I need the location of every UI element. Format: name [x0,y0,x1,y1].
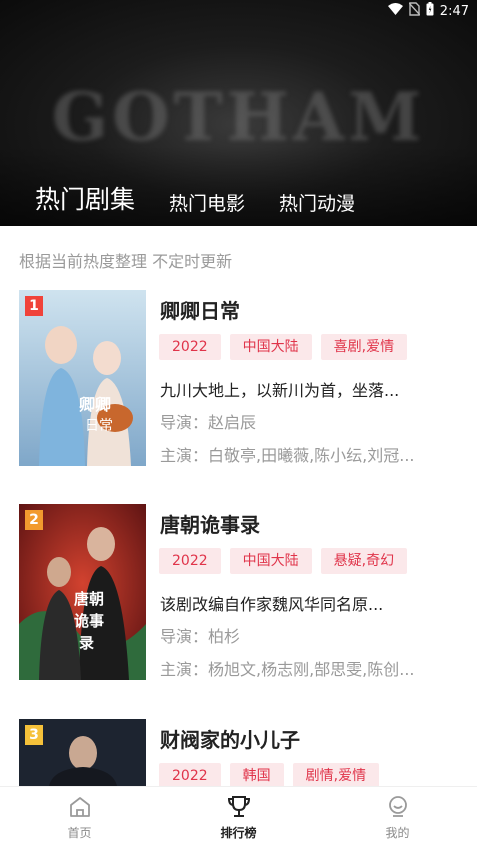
tag-group: 2022 中国大陆 悬疑,奇幻 [159,548,408,574]
poster-image[interactable]: 卿卿 日常 1 [19,290,146,466]
tag-genre: 悬疑,奇幻 [320,548,408,574]
rank-badge: 2 [25,510,43,530]
nav-profile[interactable]: 我的 [318,787,477,848]
wifi-icon [387,3,403,19]
item-director: 导演：赵启辰 [160,413,257,432]
list-item[interactable]: 3 财阀家的小儿子 2022 韩国 剧情,爱情 [0,719,477,789]
item-description: 九川大地上，以新川为首，坐落... [160,381,400,400]
svg-text:录: 录 [79,634,94,652]
category-tabs: 热门剧集 热门电影 热门动漫 [0,180,477,226]
nav-profile-label: 我的 [385,826,410,840]
item-title[interactable]: 卿卿日常 [160,295,240,324]
poster-image[interactable]: 3 [19,719,146,786]
item-title[interactable]: 财阀家的小儿子 [160,724,300,753]
poster-art: 卿卿 日常 [19,290,146,466]
nav-ranking-label: 排行榜 [220,826,257,840]
tag-region: 中国大陆 [229,548,312,574]
home-icon [68,795,92,819]
tag-year: 2022 [159,334,221,360]
tag-group: 2022 中国大陆 喜剧,爱情 [159,334,408,360]
svg-text:卿卿: 卿卿 [79,395,111,414]
list-item[interactable]: 卿卿 日常 1 卿卿日常 2022 中国大陆 喜剧,爱情 九川大地上，以新川为首… [0,290,477,466]
banner-background-text: GOTHAM [51,78,426,156]
nav-ranking[interactable]: 排行榜 [159,787,318,848]
svg-text:诡事: 诡事 [74,612,104,630]
status-time: 2:47 [439,3,469,19]
nav-home-label: 首页 [67,826,92,840]
tag-genre: 喜剧,爱情 [320,334,408,360]
svg-text:唐朝: 唐朝 [74,590,104,608]
bottom-navigation: 首页 排行榜 我的 [0,786,477,848]
item-cast: 主演：杨旭文,杨志刚,郜思雯,陈创... [160,660,415,679]
list-subtitle: 根据当前热度整理 不定时更新 [19,252,233,271]
item-director: 导演：柏杉 [160,627,241,646]
tab-hot-movies[interactable]: 热门电影 [169,189,245,226]
trophy-icon [226,795,252,819]
battery-icon [426,2,434,20]
item-description: 该剧改编自作家魏风华同名原... [160,595,384,614]
tab-hot-anime[interactable]: 热门动漫 [279,189,355,226]
profile-icon [386,795,410,819]
item-cast: 主演：白敬亭,田曦薇,陈小纭,刘冠... [160,446,415,465]
hero-banner: GOTHAM 2:47 热门剧集 热门电影 热门动漫 [0,0,477,226]
poster-image[interactable]: 唐朝 诡事 录 2 [19,504,146,680]
rank-badge: 3 [25,725,43,745]
poster-art: 唐朝 诡事 录 [19,504,146,680]
list-item[interactable]: 唐朝 诡事 录 2 唐朝诡事录 2022 中国大陆 悬疑,奇幻 该剧改编自作家魏… [0,504,477,680]
tag-region: 中国大陆 [229,334,312,360]
status-bar: 2:47 [0,0,477,22]
nav-home[interactable]: 首页 [0,787,159,848]
tag-year: 2022 [159,548,221,574]
svg-text:日常: 日常 [85,418,113,434]
rank-badge: 1 [25,296,43,316]
tab-hot-series[interactable]: 热门剧集 [35,180,135,226]
item-title[interactable]: 唐朝诡事录 [160,509,260,538]
no-sim-icon [408,2,421,20]
